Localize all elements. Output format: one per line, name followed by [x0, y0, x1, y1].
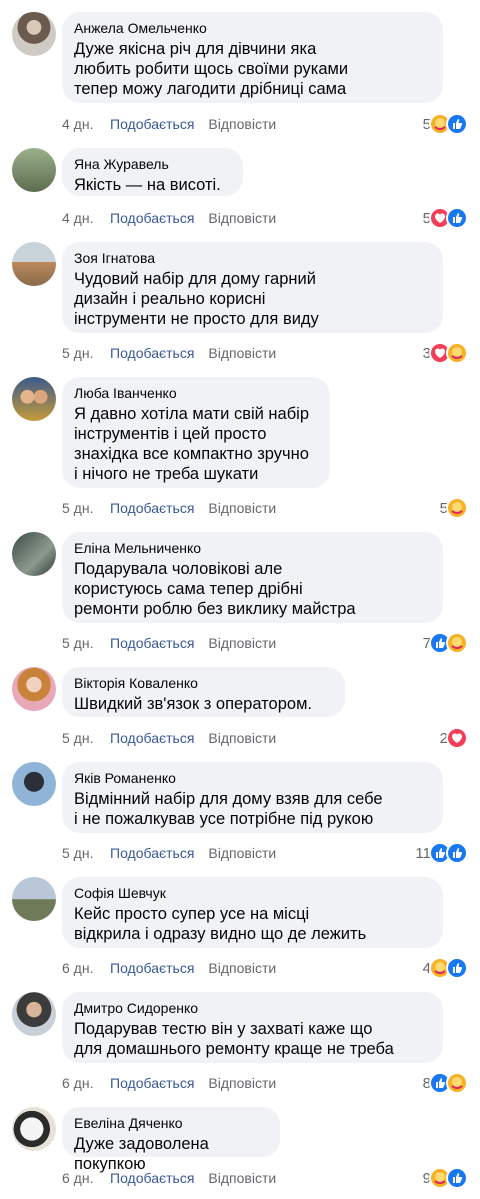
reactions-summary[interactable]: 11 [415, 842, 468, 864]
comment-bubble: Яків Романенко Відмінний набір для дому … [62, 762, 443, 833]
comment-text: Швидкий зв'язок з оператором. [74, 695, 313, 713]
care-icon [446, 632, 468, 654]
care-icon [446, 1072, 468, 1094]
comment-bubble: Софія Шевчук Кейс просто супер усе на мі… [62, 877, 443, 948]
avatar[interactable] [12, 992, 56, 1036]
reply-button[interactable]: Відповісти [208, 500, 276, 516]
like-button[interactable]: Подобається [110, 845, 194, 861]
avatar[interactable] [12, 667, 56, 711]
reactions-summary[interactable]: 5 [423, 113, 468, 135]
comment-time[interactable]: 5 дн. [62, 728, 110, 748]
comment-text: Кейс просто супер усе на місці відкрила … [74, 905, 367, 943]
reply-button[interactable]: Відповісти [208, 845, 276, 861]
like-icon [446, 1167, 468, 1189]
avatar[interactable] [12, 148, 56, 192]
comment-text: Якість — на висоті. [74, 176, 221, 194]
comment-bubble: Еліна Мельниченко Подарувала чоловікові … [62, 532, 443, 623]
reactions-summary[interactable]: 3 [423, 342, 468, 364]
comment-text: Подарував тестю він у захваті каже що дл… [74, 1020, 394, 1058]
reply-button[interactable]: Відповісти [208, 960, 276, 976]
like-button[interactable]: Подобається [110, 345, 194, 361]
comment-time[interactable]: 6 дн. [62, 1073, 110, 1093]
comment-text: Я давно хотіла мати свій набір інструмен… [74, 405, 310, 483]
reply-button[interactable]: Відповісти [208, 345, 276, 361]
like-button[interactable]: Подобається [110, 1075, 194, 1091]
comment-time[interactable]: 6 дн. [62, 1168, 110, 1188]
care-icon [446, 497, 468, 519]
like-button[interactable]: Подобається [110, 960, 194, 976]
reactions-summary[interactable]: 8 [423, 1072, 468, 1094]
comment-text: Дуже якісна річ для дівчини яка любить р… [74, 40, 349, 98]
avatar[interactable] [12, 377, 56, 421]
reply-button[interactable]: Відповісти [208, 730, 276, 746]
comment-meta: 5 дн. Подобається Відповісти [62, 498, 276, 518]
reply-button[interactable]: Відповісти [208, 210, 276, 226]
comment-bubble: Анжела Омельченко Дуже якісна річ для ді… [62, 12, 443, 103]
comment-text: Відмінний набір для дому взяв для себе і… [74, 790, 383, 828]
comment-author[interactable]: Люба Іванченко [74, 384, 318, 402]
comment-meta: 6 дн. Подобається Відповісти [62, 1168, 276, 1188]
reactions-summary[interactable]: 5 [423, 207, 468, 229]
comment-bubble: Евеліна Дяченко Дуже задоволена покупкою [62, 1107, 280, 1173]
comment-meta: 6 дн. Подобається Відповісти [62, 958, 276, 978]
comment-bubble: Яна Журавель Якість — на висоті. [62, 148, 243, 196]
reply-button[interactable]: Відповісти [208, 635, 276, 651]
comment-meta: 5 дн. Подобається Відповісти [62, 843, 276, 863]
comment-author[interactable]: Яна Журавель [74, 155, 231, 173]
comment-meta: 4 дн. Подобається Відповісти [62, 114, 276, 134]
like-button[interactable]: Подобається [110, 730, 194, 746]
comment-meta: 6 дн. Подобається Відповісти [62, 1073, 276, 1093]
comment-text: Подарувала чоловікові але користуюсь сам… [74, 560, 356, 618]
comment-time[interactable]: 4 дн. [62, 208, 110, 228]
avatar[interactable] [12, 877, 56, 921]
comment-bubble: Люба Іванченко Я давно хотіла мати свій … [62, 377, 330, 488]
like-button[interactable]: Подобається [110, 500, 194, 516]
reply-button[interactable]: Відповісти [208, 1170, 276, 1186]
avatar[interactable] [12, 762, 56, 806]
comment-time[interactable]: 4 дн. [62, 114, 110, 134]
comment-time[interactable]: 6 дн. [62, 958, 110, 978]
like-button[interactable]: Подобається [110, 210, 194, 226]
comment-bubble: Дмитро Сидоренко Подарував тестю він у з… [62, 992, 443, 1063]
comment-bubble: Вікторія Коваленко Швидкий зв'язок з опе… [62, 667, 345, 717]
avatar[interactable] [12, 242, 56, 286]
comment-author[interactable]: Яків Романенко [74, 769, 431, 787]
reply-button[interactable]: Відповісти [208, 116, 276, 132]
reply-button[interactable]: Відповісти [208, 1075, 276, 1091]
comment-author[interactable]: Вікторія Коваленко [74, 674, 333, 692]
comment-time[interactable]: 5 дн. [62, 343, 110, 363]
like-icon [446, 113, 468, 135]
love-icon [446, 727, 468, 749]
reactions-summary[interactable]: 9 [423, 1167, 468, 1189]
comment-author[interactable]: Еліна Мельниченко [74, 539, 431, 557]
comment-time[interactable]: 5 дн. [62, 633, 110, 653]
like-icon [446, 207, 468, 229]
comment-bubble: Зоя Ігнатова Чудовий набір для дому гарн… [62, 242, 443, 333]
reactions-summary[interactable]: 2 [440, 727, 468, 749]
comment-author[interactable]: Анжела Омельченко [74, 19, 431, 37]
comment-author[interactable]: Дмитро Сидоренко [74, 999, 431, 1017]
avatar[interactable] [12, 1107, 56, 1151]
comment-author[interactable]: Софія Шевчук [74, 884, 431, 902]
comment-meta: 5 дн. Подобається Відповісти [62, 633, 276, 653]
comment-time[interactable]: 5 дн. [62, 498, 110, 518]
comment-meta: 5 дн. Подобається Відповісти [62, 728, 276, 748]
comment-text: Чудовий набір для дому гарний дизайн і р… [74, 270, 319, 328]
like-button[interactable]: Подобається [110, 635, 194, 651]
comment-author[interactable]: Зоя Ігнатова [74, 249, 431, 267]
comment-time[interactable]: 5 дн. [62, 843, 110, 863]
like-icon [446, 842, 468, 864]
care-icon [446, 342, 468, 364]
reactions-summary[interactable]: 7 [423, 632, 468, 654]
reactions-summary[interactable]: 4 [423, 957, 468, 979]
comment-author[interactable]: Евеліна Дяченко [74, 1114, 268, 1132]
like-icon [446, 957, 468, 979]
like-button[interactable]: Подобається [110, 116, 194, 132]
avatar[interactable] [12, 12, 56, 56]
like-button[interactable]: Подобається [110, 1170, 194, 1186]
comment-meta: 5 дн. Подобається Відповісти [62, 343, 276, 363]
avatar[interactable] [12, 532, 56, 576]
reactions-summary[interactable]: 5 [440, 497, 468, 519]
comment-meta: 4 дн. Подобається Відповісти [62, 208, 276, 228]
